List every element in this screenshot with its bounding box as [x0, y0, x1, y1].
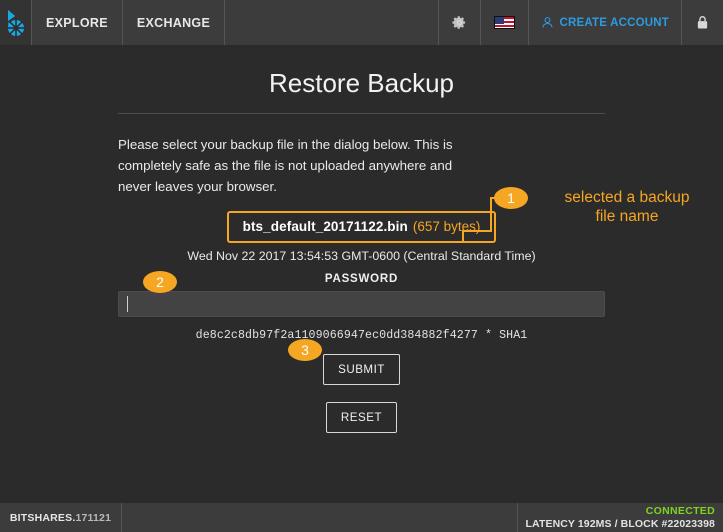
app-version: 171121 [75, 511, 112, 524]
bitshares-logo[interactable] [0, 0, 32, 45]
restore-form: Please select your backup file in the di… [118, 134, 605, 433]
text-caret [127, 296, 128, 312]
annotation-note-1: selected a backup file name [537, 188, 717, 226]
submit-button[interactable]: SUBMIT [323, 354, 400, 385]
annotation-connector-1-riser [490, 199, 492, 232]
settings-button[interactable] [439, 0, 481, 45]
nav-spacer [225, 0, 439, 45]
intro-text: Please select your backup file in the di… [118, 137, 453, 194]
nav-item-exchange-label: EXCHANGE [136, 15, 211, 30]
selected-file-row: bts_default_20171122.bin (657 bytes) [118, 211, 605, 243]
nav-item-explore[interactable]: EXPLORE [32, 0, 123, 45]
annotation-connector-1-horizontal [462, 230, 492, 232]
nav-item-explore-label: EXPLORE [46, 15, 108, 30]
selected-file-box[interactable]: bts_default_20171122.bin (657 bytes) [226, 211, 497, 243]
password-label: PASSWORD [324, 273, 399, 285]
create-account-button[interactable]: CREATE ACCOUNT [529, 0, 682, 45]
us-flag-icon [493, 16, 515, 29]
lock-icon [697, 16, 708, 29]
annotation-marker-3: 3 [288, 339, 322, 361]
status-bar-spacer [122, 503, 518, 532]
gear-icon [451, 16, 465, 29]
app-name: BITSHARES. [9, 511, 76, 524]
bitshares-logo-icon [6, 9, 25, 37]
connection-status-cell[interactable]: CONNECTED LATENCY 192MS / BLOCK #2202339… [518, 503, 723, 532]
main-content: Restore Backup Please select your backup… [0, 46, 723, 433]
file-hash: de8c2c8db97f2a1109066947ec0dd384882f4277… [195, 329, 528, 342]
annotation-note-1-line-2: file name [595, 208, 659, 225]
submit-row: SUBMIT [118, 354, 605, 385]
app-version-cell: BITSHARES. 171121 [0, 503, 122, 532]
password-input[interactable] [118, 291, 605, 317]
title-divider [118, 113, 605, 114]
create-account-label: CREATE ACCOUNT [559, 16, 669, 29]
nav-item-exchange[interactable]: EXCHANGE [123, 0, 226, 45]
annotation-marker-2: 2 [143, 271, 177, 293]
selected-file-date: Wed Nov 22 2017 13:54:53 GMT-0600 (Centr… [187, 249, 536, 263]
top-navigation-bar: EXPLORE EXCHANGE CREATE ACCOUNT [0, 0, 723, 46]
reset-button[interactable]: RESET [325, 402, 398, 433]
latency-block-info: LATENCY 192MS / BLOCK #22023398 [525, 518, 715, 530]
page-title: Restore Backup [269, 68, 454, 98]
password-field-wrapper [118, 291, 605, 317]
selected-file-name: bts_default_20171122.bin [242, 219, 408, 234]
status-bar: BITSHARES. 171121 CONNECTED LATENCY 192MS… [0, 502, 723, 532]
annotation-marker-1: 1 [494, 187, 528, 209]
reset-row: RESET [118, 402, 605, 433]
language-selector[interactable] [481, 0, 529, 45]
annotation-note-1-line-1: selected a backup [564, 189, 690, 206]
lock-button[interactable] [682, 0, 723, 45]
connection-status-badge: CONNECTED [645, 505, 715, 517]
person-icon [542, 17, 552, 28]
